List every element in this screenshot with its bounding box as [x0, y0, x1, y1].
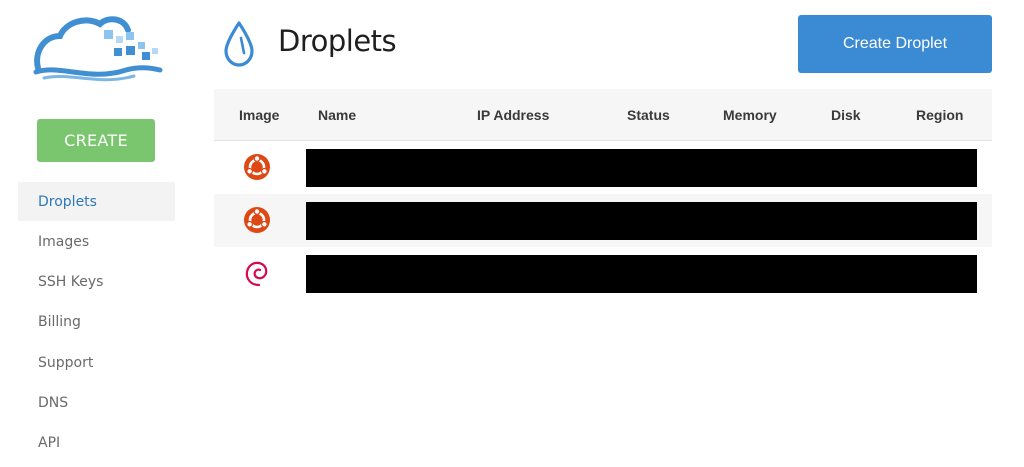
sidebar-item-support[interactable]: Support [18, 343, 175, 382]
digitalocean-logo-icon[interactable] [30, 12, 165, 84]
sidebar-item-ssh-keys[interactable]: SSH Keys [18, 263, 175, 302]
sidebar-nav: Droplets Images SSH Keys Billing Support… [18, 182, 175, 464]
column-header-disk[interactable]: Disk [831, 89, 861, 141]
column-header-memory[interactable]: Memory [723, 89, 777, 141]
column-header-image[interactable]: Image [239, 89, 279, 141]
ubuntu-icon [244, 207, 270, 233]
column-header-name[interactable]: Name [318, 89, 356, 141]
sidebar-item-billing[interactable]: Billing [18, 303, 175, 342]
redacted-droplet-details [306, 149, 977, 187]
table-row[interactable] [214, 247, 992, 300]
redacted-droplet-details [306, 202, 977, 240]
sidebar-item-droplets[interactable]: Droplets [18, 182, 175, 221]
sidebar-item-dns[interactable]: DNS [18, 383, 175, 422]
table-row[interactable] [214, 141, 992, 194]
table-row[interactable] [214, 194, 992, 247]
droplets-table: Image Name IP Address Status Memory Disk… [214, 89, 992, 300]
redacted-droplet-details [306, 255, 977, 293]
table-header: Image Name IP Address Status Memory Disk… [214, 89, 992, 141]
ubuntu-icon [244, 154, 270, 180]
create-button[interactable]: CREATE [37, 119, 155, 162]
sidebar-item-images[interactable]: Images [18, 222, 175, 261]
column-header-region[interactable]: Region [916, 89, 963, 141]
droplet-icon [224, 21, 254, 67]
create-droplet-button[interactable]: Create Droplet [798, 15, 992, 73]
sidebar-item-api[interactable]: API [18, 424, 175, 463]
page-title: Droplets [278, 24, 397, 58]
column-header-status[interactable]: Status [627, 89, 670, 141]
column-header-ip-address[interactable]: IP Address [477, 89, 549, 141]
debian-icon [245, 261, 268, 287]
